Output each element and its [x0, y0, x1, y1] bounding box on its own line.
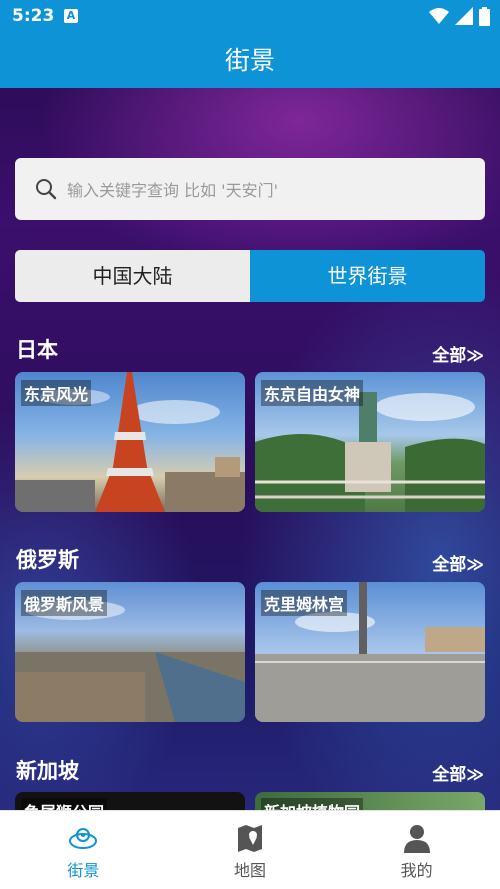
search-icon — [36, 179, 57, 200]
card-singapore-botanic-gardens[interactable]: 新加坡植物园 — [255, 792, 485, 810]
map-icon — [238, 825, 262, 852]
see-all-russia-link[interactable]: 全部≫ — [432, 550, 484, 575]
nav-streetview[interactable]: 街景 — [0, 811, 167, 889]
card-tokyo-statue-of-liberty[interactable]: 东京自由女神 — [255, 372, 485, 512]
card-tokyo-scenery[interactable]: 东京风光 — [15, 372, 245, 512]
nav-label: 街景 — [67, 861, 100, 880]
region-tabs: 中国大陆 世界街景 — [15, 250, 485, 302]
system-icons — [429, 7, 490, 26]
bottom-nav: 街景 地图 我的 — [0, 810, 500, 889]
status-time: 5:23 — [12, 6, 55, 26]
see-all-singapore-link[interactable]: 全部≫ — [432, 760, 484, 785]
card-label: 鱼尾狮公园 — [21, 798, 108, 810]
card-kremlin[interactable]: 克里姆林宫 — [255, 582, 485, 722]
card-merlion-park[interactable]: 鱼尾狮公园 — [15, 792, 245, 810]
card-label: 俄罗斯风景 — [21, 590, 108, 616]
signal-icon — [455, 7, 473, 25]
status-bar: 5:23 A — [0, 0, 500, 34]
card-russia-scenery[interactable]: 俄罗斯风景 — [15, 582, 245, 722]
wifi-icon — [429, 8, 449, 24]
section-title-japan: 日本 — [16, 338, 58, 362]
nav-label: 我的 — [400, 861, 433, 880]
card-label: 东京风光 — [21, 380, 92, 406]
notification-icon: A — [64, 9, 78, 23]
streetview-icon — [69, 828, 98, 849]
nav-map[interactable]: 地图 — [167, 811, 334, 889]
card-label: 新加坡植物园 — [261, 798, 364, 810]
tab-china-mainland[interactable]: 中国大陆 — [15, 250, 250, 302]
profile-icon — [403, 825, 430, 853]
app-header: 街景 — [0, 34, 500, 88]
section-title-russia: 俄罗斯 — [16, 548, 79, 572]
card-label: 克里姆林宫 — [261, 590, 348, 616]
nav-label: 地图 — [234, 861, 267, 880]
card-label: 东京自由女神 — [261, 380, 364, 406]
search-input[interactable]: 输入关键字查询 比如 '天安门' — [15, 158, 485, 220]
search-placeholder: 输入关键字查询 比如 '天安门' — [67, 181, 278, 200]
page-title: 街景 — [224, 46, 275, 75]
nav-profile[interactable]: 我的 — [333, 811, 500, 889]
see-all-japan-link[interactable]: 全部≫ — [432, 341, 484, 366]
tab-world-streetview[interactable]: 世界街景 — [250, 250, 485, 302]
battery-icon — [479, 7, 490, 26]
section-title-singapore: 新加坡 — [16, 759, 79, 783]
